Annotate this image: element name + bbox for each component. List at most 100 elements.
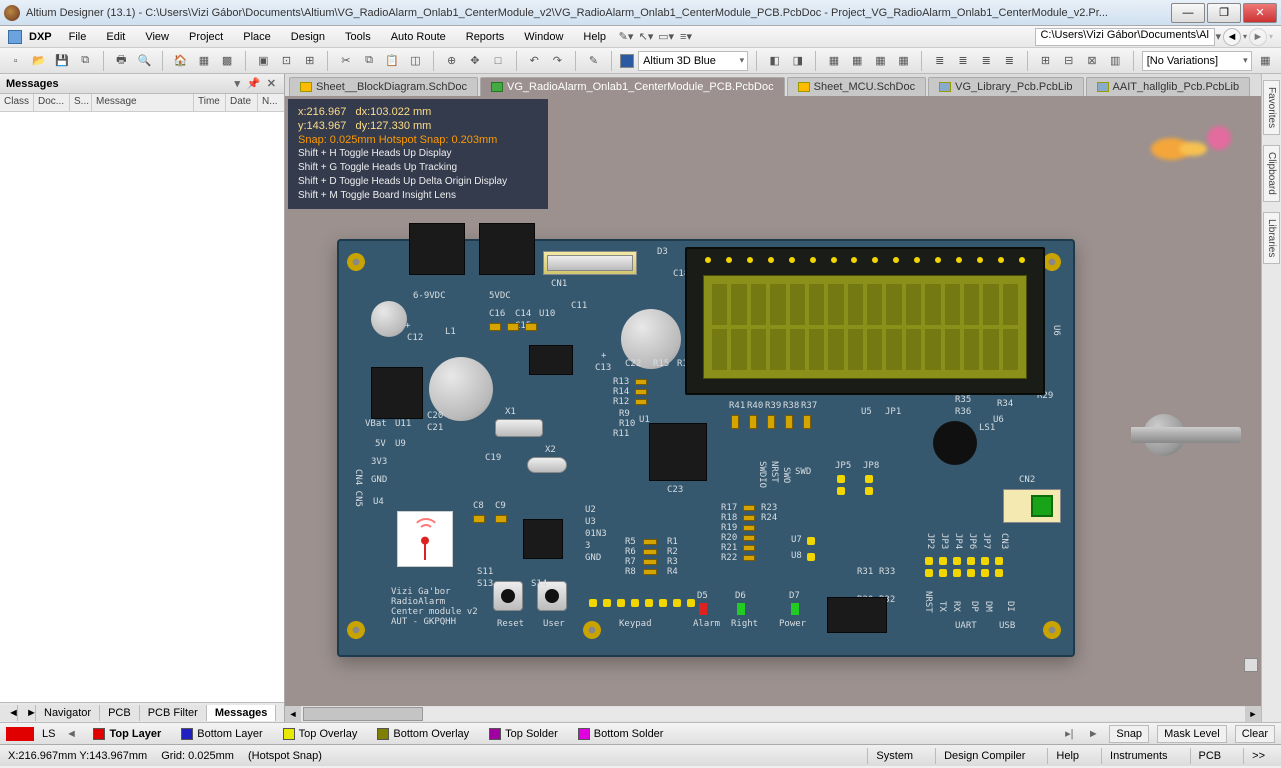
mode4-icon[interactable]: ▥ bbox=[1106, 51, 1125, 71]
close-button[interactable]: ✕ bbox=[1243, 3, 1277, 23]
menu-place[interactable]: Place bbox=[233, 28, 281, 46]
toolbar-eyedropper-icon[interactable]: ✎▾ bbox=[616, 27, 636, 47]
doctab-mcu[interactable]: Sheet_MCU.SchDoc bbox=[787, 77, 927, 96]
redo-icon[interactable]: ↷ bbox=[548, 51, 567, 71]
rubber-icon[interactable]: ◫ bbox=[406, 51, 425, 71]
nav-fwd-button[interactable]: ► bbox=[1249, 28, 1267, 46]
tab-messages[interactable]: Messages bbox=[207, 705, 277, 721]
rail-libraries[interactable]: Libraries bbox=[1263, 212, 1280, 264]
layer-top-solder[interactable]: Top Solder bbox=[483, 726, 564, 742]
align-l-icon[interactable]: ◧ bbox=[765, 51, 784, 71]
layer-bottom[interactable]: Bottom Layer bbox=[175, 726, 268, 742]
nav-back-button[interactable]: ◄ bbox=[1223, 28, 1241, 46]
undo-icon[interactable]: ↶ bbox=[525, 51, 544, 71]
menu-window[interactable]: Window bbox=[514, 28, 573, 46]
color-scheme-combo[interactable]: Altium 3D Blue bbox=[638, 51, 748, 71]
lbt-scroll-right[interactable]: ► bbox=[18, 705, 36, 721]
layer-bottom-overlay[interactable]: Bottom Overlay bbox=[371, 726, 475, 742]
menu-reports[interactable]: Reports bbox=[456, 28, 515, 46]
layer-top[interactable]: Top Layer bbox=[87, 726, 167, 742]
maximize-button[interactable]: ❐ bbox=[1207, 3, 1241, 23]
tab-pcbfilter[interactable]: PCB Filter bbox=[140, 705, 207, 721]
lbt-scroll-left[interactable]: ◄ bbox=[0, 705, 18, 721]
panel-close-icon[interactable]: ✕ bbox=[267, 78, 278, 90]
center-icon[interactable]: ⊕ bbox=[442, 51, 461, 71]
g3-icon[interactable]: ▦ bbox=[871, 51, 890, 71]
snap-button[interactable]: Snap bbox=[1109, 725, 1149, 743]
mode2-icon[interactable]: ⊟ bbox=[1059, 51, 1078, 71]
layer-bottom-solder[interactable]: Bottom Solder bbox=[572, 726, 670, 742]
clear-button[interactable]: Clear bbox=[1235, 725, 1275, 743]
layer-t-icon[interactable]: ≣ bbox=[930, 51, 949, 71]
menu-project[interactable]: Project bbox=[179, 28, 233, 46]
layer-next[interactable]: ► bbox=[1085, 728, 1101, 740]
recent-path-combo[interactable]: C:\Users\Vizi Gábor\Documents\Al bbox=[1035, 28, 1215, 46]
cut-icon[interactable]: ✂ bbox=[336, 51, 355, 71]
layer-s-icon[interactable]: ≣ bbox=[1000, 51, 1019, 71]
status-design-compiler[interactable]: Design Compiler bbox=[935, 748, 1033, 764]
status-instruments[interactable]: Instruments bbox=[1101, 748, 1175, 764]
layer-top-overlay[interactable]: Top Overlay bbox=[277, 726, 364, 742]
rail-clipboard[interactable]: Clipboard bbox=[1263, 145, 1280, 202]
tab-navigator[interactable]: Navigator bbox=[36, 705, 100, 721]
status-pcb[interactable]: PCB bbox=[1190, 748, 1230, 764]
hierarchy-icon[interactable]: 🏠 bbox=[171, 51, 190, 71]
zoom-area-icon[interactable]: ▣ bbox=[254, 51, 273, 71]
schematic-icon[interactable]: ▦ bbox=[194, 51, 213, 71]
mode1-icon[interactable]: ⊞ bbox=[1036, 51, 1055, 71]
zoom-fit-icon[interactable]: ⊡ bbox=[277, 51, 296, 71]
mask-level-button[interactable]: Mask Level bbox=[1157, 725, 1227, 743]
panel-dropdown-icon[interactable]: ▾ bbox=[235, 78, 243, 90]
select-tool-icon[interactable]: □ bbox=[488, 51, 507, 71]
h-scrollbar[interactable]: ◄ ► bbox=[285, 706, 1261, 722]
open-icon[interactable]: 📂 bbox=[29, 51, 48, 71]
variations-combo[interactable]: [No Variations] bbox=[1142, 51, 1252, 71]
menu-edit[interactable]: Edit bbox=[96, 28, 135, 46]
status-help[interactable]: Help bbox=[1047, 748, 1087, 764]
menu-autoroute[interactable]: Auto Route bbox=[381, 28, 456, 46]
minimize-button[interactable]: — bbox=[1171, 3, 1205, 23]
layer-next2[interactable]: ▸| bbox=[1061, 727, 1077, 740]
new-icon[interactable]: ▫ bbox=[6, 51, 25, 71]
toolbar-select-icon[interactable]: ▭▾ bbox=[656, 27, 676, 47]
toolbar-more-icon[interactable]: ≡▾ bbox=[676, 27, 696, 47]
doctab-aait[interactable]: AAIT_hallglib_Pcb.PcbLib bbox=[1086, 77, 1251, 96]
messages-list[interactable] bbox=[0, 112, 284, 702]
rail-favorites[interactable]: Favorites bbox=[1263, 80, 1280, 135]
layer-prev[interactable]: ◄ bbox=[63, 728, 79, 740]
doctab-vglib[interactable]: VG_Library_Pcb.PcbLib bbox=[928, 77, 1083, 96]
menu-tools[interactable]: Tools bbox=[335, 28, 381, 46]
pcb-icon[interactable]: ▩ bbox=[218, 51, 237, 71]
status-more[interactable]: >> bbox=[1243, 748, 1273, 764]
status-system[interactable]: System bbox=[867, 748, 921, 764]
mode3-icon[interactable]: ⊠ bbox=[1082, 51, 1101, 71]
view-resize-handle[interactable] bbox=[1244, 658, 1258, 672]
panel-pin-icon[interactable]: 📌 bbox=[247, 78, 263, 90]
annotate-icon[interactable]: ✎ bbox=[584, 51, 603, 71]
menu-help[interactable]: Help bbox=[573, 28, 616, 46]
layer-b-icon[interactable]: ≣ bbox=[953, 51, 972, 71]
menu-file[interactable]: File bbox=[59, 28, 97, 46]
zoom-select-icon[interactable]: ⊞ bbox=[300, 51, 319, 71]
menu-design[interactable]: Design bbox=[281, 28, 335, 46]
paste-icon[interactable]: 📋 bbox=[383, 51, 402, 71]
toolbar-arrow-icon[interactable]: ↖▾ bbox=[636, 27, 656, 47]
dxp-menu[interactable]: DXP bbox=[22, 28, 59, 46]
doctab-pcb[interactable]: VG_RadioAlarm_Onlab1_CenterModule_PCB.Pc… bbox=[480, 77, 785, 96]
copy-icon[interactable]: ⧉ bbox=[359, 51, 378, 71]
ls-button[interactable]: LS bbox=[42, 728, 55, 740]
preview-icon[interactable]: 🔍 bbox=[135, 51, 154, 71]
menu-view[interactable]: View bbox=[135, 28, 179, 46]
g1-icon[interactable]: ▦ bbox=[824, 51, 843, 71]
g2-icon[interactable]: ▦ bbox=[848, 51, 867, 71]
move-icon[interactable]: ✥ bbox=[465, 51, 484, 71]
print-icon[interactable]: 🖶 bbox=[112, 51, 131, 71]
saveall-icon[interactable]: ⧉ bbox=[76, 51, 95, 71]
align-r-icon[interactable]: ◨ bbox=[788, 51, 807, 71]
compile-icon[interactable]: ▦ bbox=[1256, 51, 1275, 71]
g4-icon[interactable]: ▦ bbox=[894, 51, 913, 71]
doctab-blockdiagram[interactable]: Sheet__BlockDiagram.SchDoc bbox=[289, 77, 478, 96]
tab-pcb[interactable]: PCB bbox=[100, 705, 140, 721]
pcb-3d-viewport[interactable]: x:216.967 dx:103.022 mm y:143.967 dy:127… bbox=[285, 96, 1261, 706]
save-icon[interactable]: 💾 bbox=[52, 51, 71, 71]
